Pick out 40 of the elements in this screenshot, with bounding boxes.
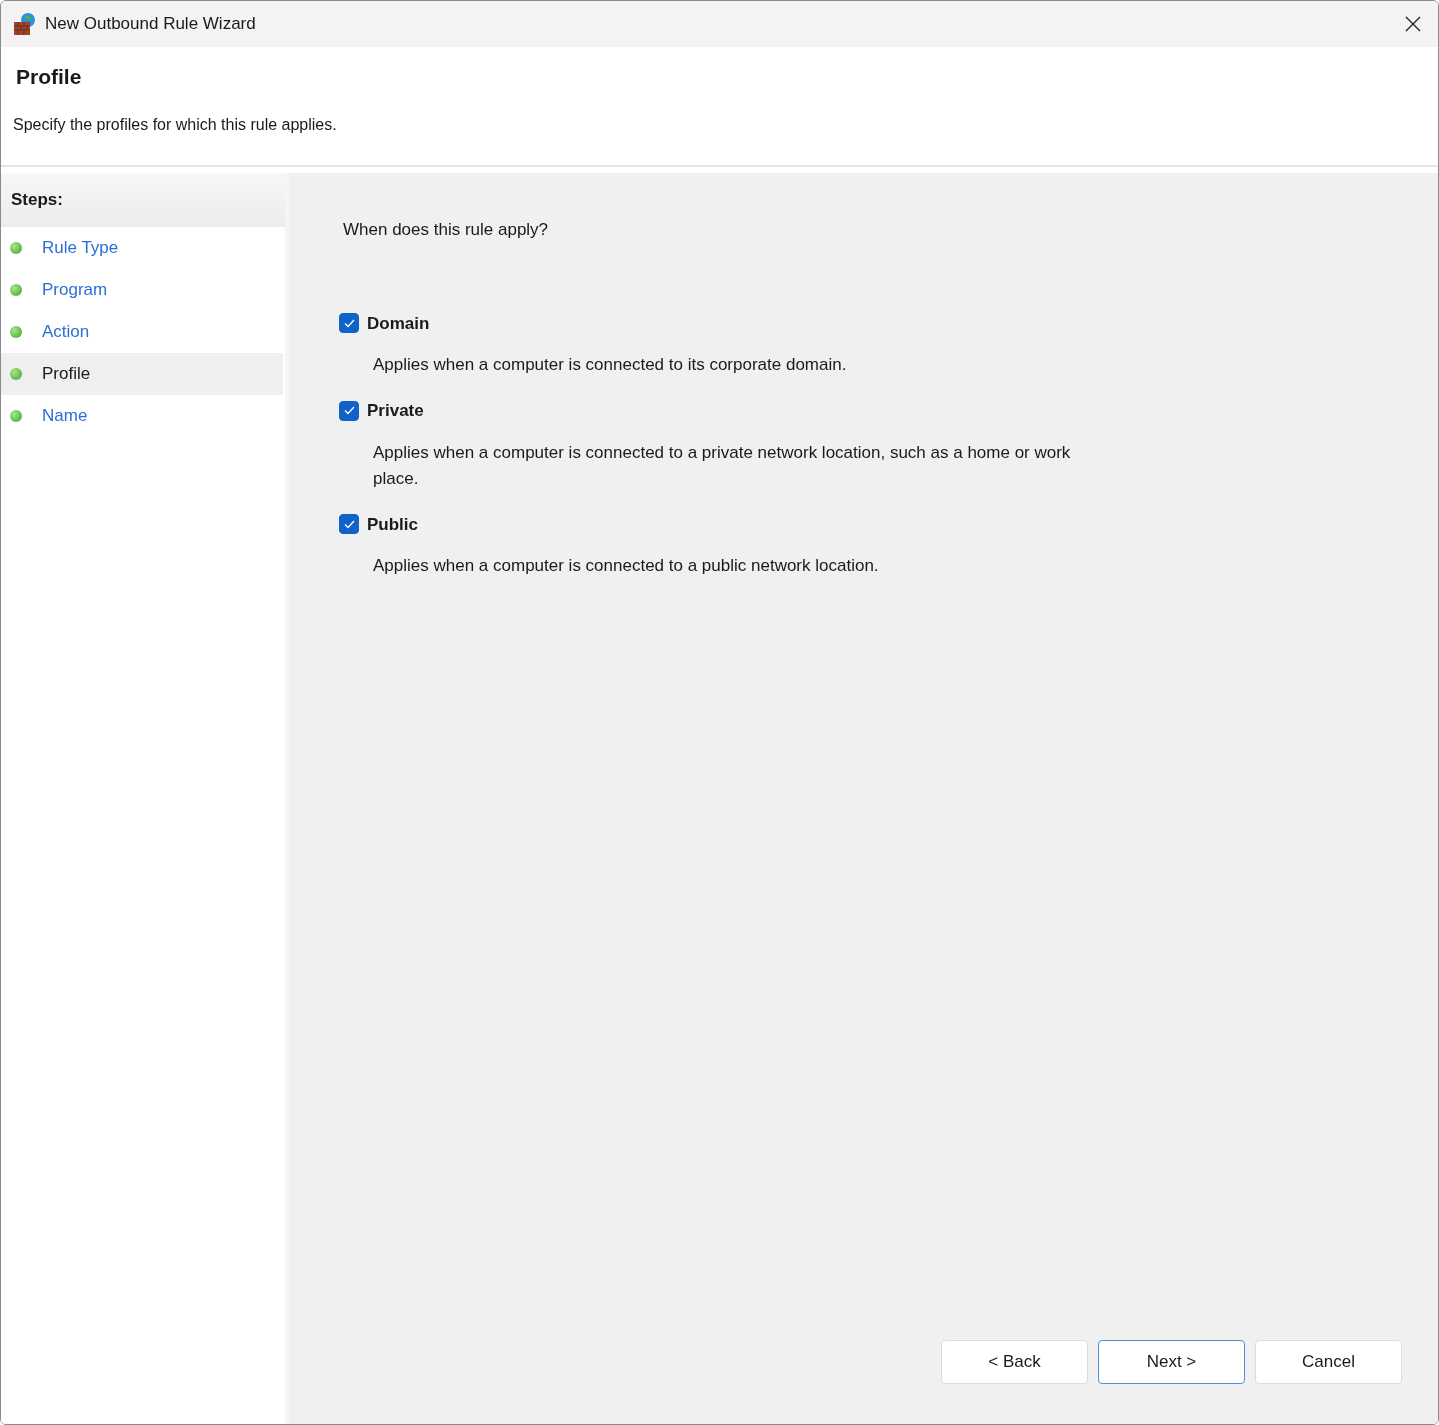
step-item[interactable]: Name [1, 395, 283, 437]
step-label: Program [42, 279, 108, 302]
profile-checkbox[interactable]: Private [339, 398, 1438, 424]
checkmark-icon [343, 519, 355, 529]
profile-label: Domain [367, 312, 430, 335]
wizard-button[interactable]: Cancel [1255, 1340, 1402, 1384]
step-done-icon [10, 410, 22, 422]
profile-description: Applies when a computer is connected to a public network location. [373, 555, 880, 577]
step-label: Action [42, 321, 90, 344]
step-item[interactable]: Program [1, 269, 283, 311]
wizard-button[interactable]: < Back [941, 1340, 1088, 1384]
checkbox[interactable] [339, 400, 359, 421]
profile-label: Public [367, 513, 418, 536]
checkmark-icon [343, 406, 355, 416]
profile-label: Private [367, 400, 424, 422]
step-done-icon [10, 368, 22, 380]
question-text: When does this rule apply? [343, 219, 550, 241]
step-done-icon [10, 284, 22, 296]
page-heading: Profile [16, 64, 83, 90]
wizard-button[interactable]: Next > [1098, 1340, 1245, 1384]
step-item[interactable]: Action [1, 311, 283, 353]
firewall-globe-icon [13, 12, 37, 36]
profile-description: Applies when a computer is connected to its corporate domain. [373, 354, 848, 376]
profile-checkbox[interactable]: Domain [339, 310, 1438, 336]
window-title: New Outbound Rule Wizard [45, 13, 256, 36]
step-label: Rule Type [42, 237, 119, 260]
checkbox[interactable] [339, 313, 359, 334]
step-done-icon [10, 326, 22, 338]
step-item[interactable]: Profile [1, 353, 283, 395]
page-description: Specify the profiles for which this rule applies. [13, 114, 338, 135]
steps-heading: Steps: [1, 173, 285, 227]
profile-description: Applies when a computer is connected to a private network location, such as a home or work place. [373, 441, 1072, 490]
step-label: Name [42, 405, 88, 428]
step-done-icon [10, 242, 22, 254]
step-item[interactable]: Rule Type [1, 227, 283, 269]
close-icon [1405, 16, 1421, 32]
profile-checkbox[interactable]: Public [339, 511, 1438, 537]
checkmark-icon [343, 318, 355, 328]
step-label: Profile [42, 363, 91, 386]
checkbox[interactable] [339, 514, 359, 535]
